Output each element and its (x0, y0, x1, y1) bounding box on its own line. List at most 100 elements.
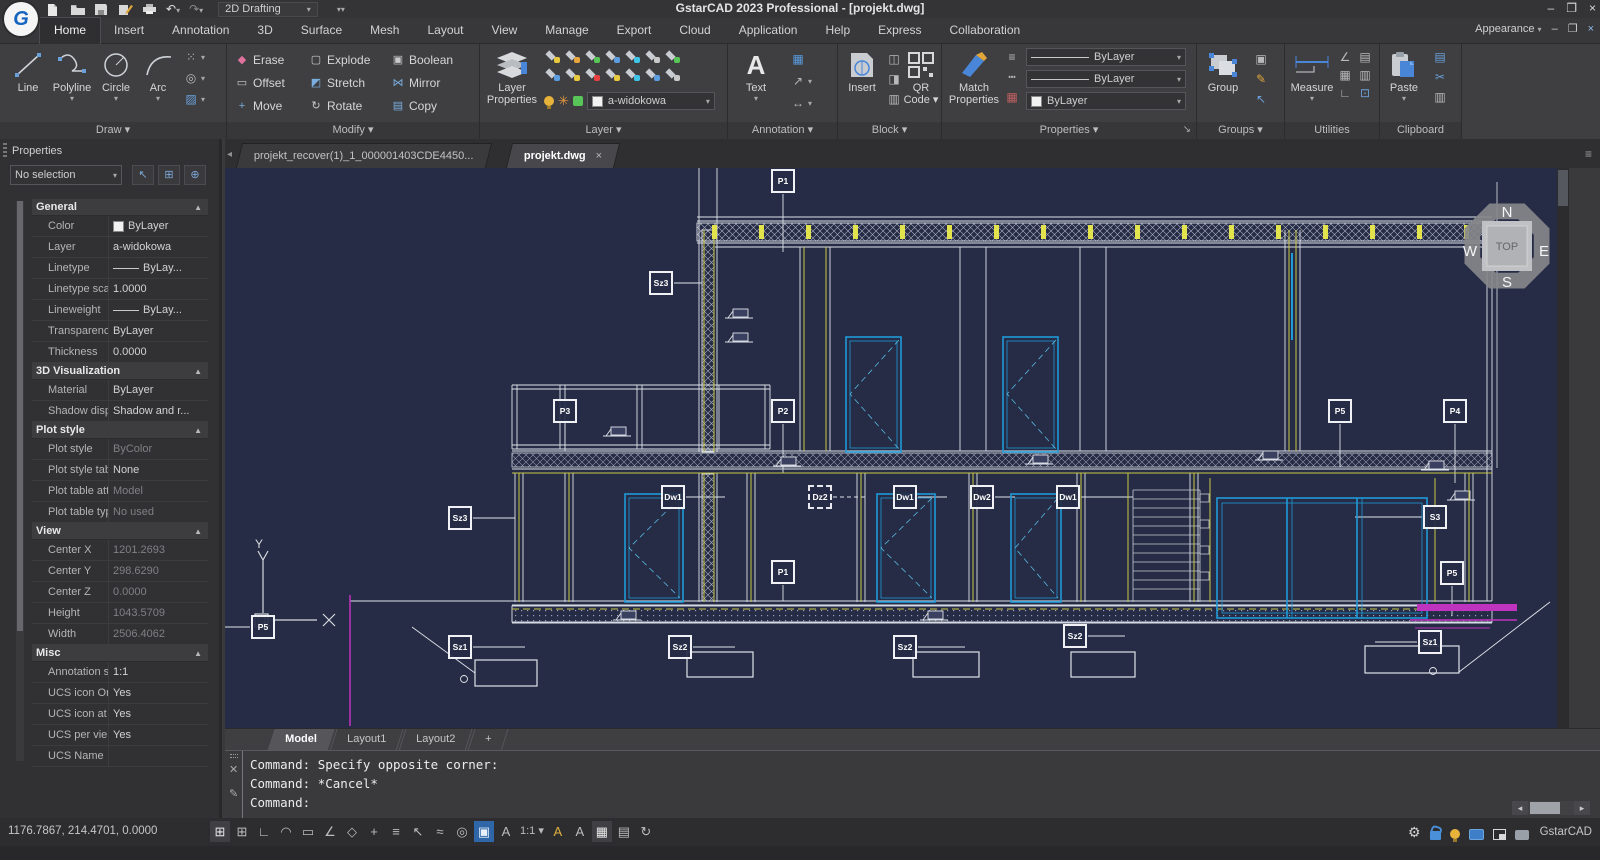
property-value[interactable]: No used (108, 502, 208, 522)
section-marker-sz3[interactable]: Sz3 (448, 506, 472, 530)
corner-icon[interactable]: ∟ (1337, 86, 1353, 100)
layer-panel-label[interactable]: Layer ▾ (480, 122, 727, 139)
property-value[interactable]: None (108, 460, 208, 480)
dialog-launcher-icon[interactable]: ↘ (1183, 122, 1191, 138)
command-prompt[interactable]: Command: (250, 795, 310, 810)
property-row[interactable]: Linetype scale1.0000 (32, 279, 208, 300)
annotation-autoscale-icon[interactable]: A (570, 821, 590, 842)
property-value[interactable]: 298.6290 (108, 561, 208, 581)
text-button[interactable]: A Text ▾ (734, 48, 778, 103)
selection-combo[interactable]: No selection▾ (10, 165, 122, 185)
layer-tool-icon[interactable] (664, 48, 681, 63)
paste-special-icon[interactable]: ▤ (1432, 50, 1448, 64)
layer-on-icon[interactable] (544, 96, 554, 106)
property-row[interactable]: Height1043.5709 (32, 603, 208, 624)
command-hscrollbar[interactable]: ◂ ▸ (1512, 801, 1590, 815)
linetype-combo[interactable]: ByLayer▾ (1026, 48, 1186, 66)
grid-display-icon[interactable]: ⊞ (232, 821, 252, 842)
section-marker-p3[interactable]: P3 (553, 399, 577, 423)
layer-tool-icon[interactable] (624, 66, 641, 81)
property-value[interactable] (108, 746, 208, 766)
layer-lock-icon[interactable] (573, 96, 583, 106)
group-edit-icon[interactable]: ✎ (1253, 72, 1269, 86)
property-value[interactable]: a-widokowa (108, 237, 208, 257)
collapse-icon[interactable]: ▲ (194, 363, 202, 380)
property-value[interactable]: Shadow and r... (108, 401, 208, 421)
property-row[interactable]: Plot table typeNo used (32, 502, 208, 523)
clipboard-panel-label[interactable]: Clipboard (1380, 122, 1461, 139)
zoom-status-icon[interactable]: ◎ (452, 821, 472, 842)
property-row[interactable]: UCS icon OnYes (32, 683, 208, 704)
collapse-icon[interactable]: ▲ (194, 645, 202, 662)
menu-tab-view[interactable]: View (478, 18, 532, 44)
section-header-plot-style[interactable]: Plot style▲ (32, 422, 208, 439)
property-row[interactable]: UCS Name (32, 746, 208, 767)
layer-tool-icon[interactable] (564, 66, 581, 81)
section-marker-p1[interactable]: P1 (771, 560, 795, 584)
command-edit-icon[interactable]: ✎ (229, 787, 238, 800)
menu-tab-layout[interactable]: Layout (413, 18, 477, 44)
quick-select-icon[interactable]: ↖ (408, 821, 428, 842)
canvas-vscrollbar[interactable] (1557, 168, 1569, 728)
command-window[interactable]: ✕ ✎ Command: Specify opposite corner:Com… (225, 750, 1600, 818)
linetype-icon[interactable]: ┅ (1004, 70, 1020, 84)
polyline-button[interactable]: Polyline ▾ (50, 48, 94, 103)
block-define-icon[interactable]: ▥ (886, 92, 902, 106)
layer-properties-button[interactable]: Layer Properties (486, 48, 538, 106)
section-marker-dz2[interactable]: Dz2 (808, 485, 832, 509)
property-value[interactable]: ByLayer (108, 216, 208, 236)
close-button[interactable]: × (1589, 0, 1596, 17)
select-objects-icon[interactable]: ⊞ (158, 165, 180, 185)
section-marker-p4[interactable]: P4 (1443, 399, 1467, 423)
block-panel-label[interactable]: Block ▾ (838, 122, 941, 139)
document-tab[interactable]: projekt.dwg× (506, 143, 620, 168)
property-row[interactable]: Center Y298.6290 (32, 561, 208, 582)
copy-nested-icon[interactable]: ▥ (1357, 68, 1373, 82)
lineweight-icon[interactable]: ≡ (1004, 50, 1020, 64)
display-switch-icon[interactable]: ▣ (474, 821, 494, 842)
object-snap-icon[interactable]: ◇ (342, 821, 362, 842)
section-marker-sz1[interactable]: Sz1 (1418, 630, 1442, 654)
property-value[interactable]: Yes (108, 704, 208, 724)
rect-mode-icon[interactable]: ▭ (298, 821, 318, 842)
restore-button[interactable]: ❐ (1566, 0, 1577, 17)
property-row[interactable]: UCS icon at ...Yes (32, 704, 208, 725)
toggle-pickadd-icon[interactable]: ⊕ (184, 165, 206, 185)
offset-button[interactable]: ▭Offset (235, 72, 309, 93)
menu-tab-application[interactable]: Application (725, 18, 812, 44)
property-row[interactable]: Center Z0.0000 (32, 582, 208, 603)
lineweight-combo[interactable]: ByLayer▾ (1026, 70, 1186, 88)
background-pattern-icon[interactable]: ▦ (592, 821, 612, 842)
boolean-button[interactable]: ▣Boolean (391, 49, 469, 70)
property-row[interactable]: Plot style tableNone (32, 460, 208, 481)
scroll-left-icon[interactable]: ◂ (1512, 801, 1528, 815)
menu-tab-insert[interactable]: Insert (100, 18, 158, 44)
menu-tab-manage[interactable]: Manage (531, 18, 602, 44)
dimension-icon[interactable]: ↔ (790, 96, 806, 110)
layer-tool-icon[interactable] (564, 48, 581, 63)
point-tools-icon[interactable]: ⁙ (183, 50, 199, 64)
lineweight-display-icon[interactable]: ≡ (386, 821, 406, 842)
property-row[interactable]: TransparencyByLayer (32, 321, 208, 342)
section-marker-dw1[interactable]: Dw1 (661, 485, 685, 509)
layer-freeze-icon[interactable]: ✳ (558, 93, 569, 109)
section-marker-p5[interactable]: P5 (1328, 399, 1352, 423)
drawing-canvas[interactable]: Y N E S W TOP P1Sz3P3P2P5P4Sz3Dw1Dz2Dw1D… (225, 168, 1557, 728)
doc-minimize-button[interactable]: – (1552, 23, 1558, 35)
layer-tool-icon[interactable] (544, 66, 561, 81)
property-value[interactable]: ByColor (108, 439, 208, 459)
section-header-view[interactable]: View▲ (32, 523, 208, 540)
annotation-monitor-icon[interactable]: A (496, 821, 516, 842)
current-layer-combo[interactable]: a-widokowa▾ (587, 92, 715, 110)
doc-restore-button[interactable]: ❐ (1568, 22, 1578, 35)
menu-tab-annotation[interactable]: Annotation (158, 18, 243, 44)
explode-button[interactable]: ▢Explode (309, 49, 391, 70)
property-row[interactable]: MaterialByLayer (32, 380, 208, 401)
layout-tab-model[interactable]: Model (267, 729, 334, 751)
section-marker-sz2[interactable]: Sz2 (668, 635, 692, 659)
section-marker-p5[interactable]: P5 (1440, 561, 1464, 585)
properties-panel-label[interactable]: Properties ▾ ↘ (942, 122, 1196, 139)
palette-scrollbar[interactable] (16, 201, 24, 761)
property-value[interactable]: ByLay... (108, 258, 208, 278)
section-marker-s3[interactable]: S3 (1423, 505, 1447, 529)
